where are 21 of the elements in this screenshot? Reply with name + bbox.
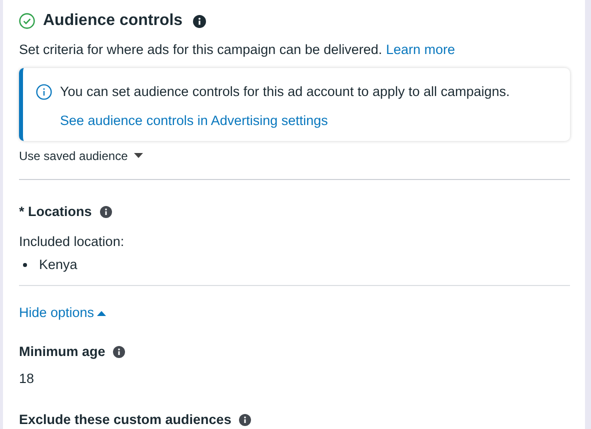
location-item: Kenya (39, 256, 78, 274)
location-caption: Included location: (19, 232, 126, 250)
field-label: * Locations (19, 203, 92, 222)
caret-icon (134, 153, 143, 160)
notice-text: You can set audience controls for this ad account to apply to all campaigns. (60, 83, 510, 102)
field-label: Minimum age (19, 343, 106, 361)
bullet-icon (23, 262, 27, 267)
field-label: Exclude these custom audiences (19, 410, 232, 428)
minimum-age-value: 18 (19, 370, 36, 388)
info-icon[interactable] (113, 346, 126, 358)
info-icon[interactable] (100, 206, 112, 218)
info-icon (36, 84, 52, 100)
advertising-settings-link[interactable]: See audience controls in Advertising settings (60, 110, 570, 131)
info-icon[interactable] (192, 14, 206, 28)
info-icon[interactable] (239, 414, 252, 426)
hide-options-link[interactable]: Hide options (19, 302, 106, 323)
section-title: Audience controls (43, 11, 183, 31)
saved-audience-dropdown[interactable]: Use saved audience (19, 147, 143, 166)
learn-more-link[interactable]: Learn more (386, 42, 455, 57)
description-text: Set criteria for where ads for this campaign can be delivered. (19, 42, 382, 57)
caret-icon (97, 310, 106, 316)
